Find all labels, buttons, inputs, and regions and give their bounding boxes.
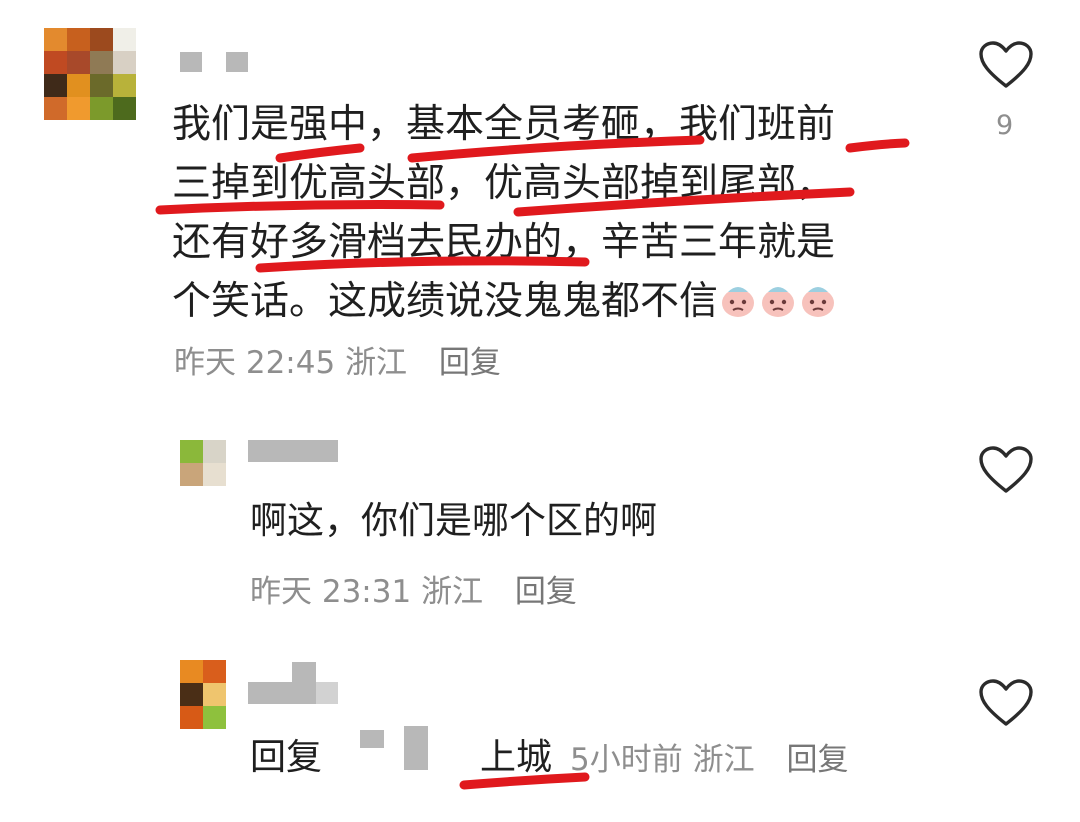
avatar[interactable] xyxy=(44,28,136,120)
comment-location: 浙江 xyxy=(692,742,755,778)
username-blurred[interactable] xyxy=(248,440,338,462)
username-blurred[interactable] xyxy=(226,52,248,72)
comment-location: 浙江 xyxy=(421,574,484,610)
reply-prefix: 回复 xyxy=(250,737,323,778)
reply-comment-line: 回复 xyxy=(250,728,322,780)
comment-time: 昨天 22:45 xyxy=(174,345,336,381)
crying-face-emoji xyxy=(758,279,798,324)
avatar[interactable] xyxy=(180,660,226,729)
reply-target-blurred[interactable] xyxy=(360,730,384,748)
reply-button[interactable]: 回复 xyxy=(439,345,501,381)
avatar[interactable] xyxy=(180,440,226,486)
comment-meta: 5小时前 浙江 回复 xyxy=(570,734,848,779)
comment-location: 浙江 xyxy=(345,345,408,381)
comment-text: 我们是强中，基本全员考砸，我们班前 三掉到优高头部，优高头部掉到尾部， 还有好多… xyxy=(172,95,932,331)
comment-text: 啊这，你们是哪个区的啊 xyxy=(250,499,657,542)
heart-outline-icon[interactable] xyxy=(978,40,1034,94)
username-blurred[interactable] xyxy=(316,682,338,704)
like-count: 9 xyxy=(996,110,1014,141)
heart-outline-icon[interactable] xyxy=(978,445,1034,499)
reply-button[interactable]: 回复 xyxy=(515,574,577,610)
crying-face-emoji xyxy=(718,279,758,324)
comment-text: 上城 xyxy=(480,737,553,778)
username-blurred[interactable] xyxy=(180,52,202,72)
comment-meta: 昨天 22:45 浙江 回复 xyxy=(174,337,501,382)
comment-meta: 昨天 23:31 浙江 回复 xyxy=(250,566,577,611)
comment-time: 昨天 23:31 xyxy=(250,574,412,610)
comment-time: 5小时前 xyxy=(570,742,683,778)
username-blurred[interactable] xyxy=(248,682,292,704)
heart-outline-icon[interactable] xyxy=(978,678,1034,732)
reply-button[interactable]: 回复 xyxy=(786,742,848,778)
reply-target-blurred[interactable] xyxy=(404,726,428,770)
username-blurred[interactable] xyxy=(292,662,316,704)
crying-face-emoji xyxy=(798,279,838,324)
